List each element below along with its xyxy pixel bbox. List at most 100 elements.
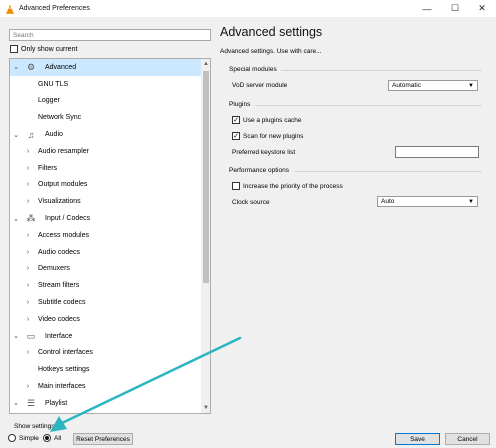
clock-source-select[interactable]: Auto ▼ [377,196,478,207]
tree-item-label: Output modules [38,181,88,189]
tree-item-label: Video codecs [38,315,80,323]
tree-item-label: GNU TLS [38,80,69,88]
tree-item-advanced[interactable]: ⌄ ⚙ Advanced [10,59,210,76]
keystore-list-label: Preferred keystore list [232,149,296,156]
tree-item-label: Subtitle codecs [38,299,86,307]
tree-item-label: Network Sync [38,114,82,122]
tree-item-label: Stream filters [38,282,80,290]
tree-item-label: Playlist [45,399,68,407]
group-divider [281,70,482,71]
only-show-current-option[interactable]: Only show current [10,45,77,53]
vod-server-label: VoD server module [232,82,288,89]
collapse-chevron-icon[interactable]: › [24,198,32,205]
music-note-icon: ♫ [27,129,35,140]
only-show-current-checkbox[interactable] [10,45,18,53]
tree-item-label: Hotkeys settings [38,366,90,374]
collapse-chevron-icon[interactable]: › [24,249,32,256]
performance-options-group: Performance options Increase the priorit… [229,167,482,209]
collapse-chevron-icon[interactable]: › [24,383,32,390]
tree-item-visualizations[interactable]: › Visualizations [10,193,210,210]
minimize-button[interactable]: — [413,0,441,17]
tree-item-audio-codecs[interactable]: › Audio codecs [10,244,210,261]
preferences-tree: ⌄ ⚙ Advanced GNU TLS Logger Network Sync ⌄ ♫ Aud… [9,58,211,414]
scrollbar-thumb[interactable] [203,71,209,283]
tree-item-audio[interactable]: ⌄ ♫ Audio [10,126,210,143]
search-input[interactable] [9,29,211,41]
save-button[interactable]: Save [395,433,440,445]
vod-server-value: Automatic [392,82,421,89]
tree-item-label: Filters [38,164,58,172]
page-subtitle: Advanced settings. Use with care... [220,48,322,55]
all-radio-option[interactable]: All [43,434,61,442]
show-settings-label: Show settings [14,423,55,430]
window-title: Advanced Preferences [19,5,90,12]
tree-item-gnu-tls[interactable]: GNU TLS [10,76,210,93]
use-plugins-cache-option[interactable]: ✓ Use a plugins cache [232,116,302,124]
tree-item-subtitle-codecs[interactable]: › Subtitle codecs [10,294,210,311]
tree-item-video-codecs[interactable]: › Video codecs [10,311,210,328]
keystore-list-input[interactable] [395,146,479,158]
tree-item-main-interfaces[interactable]: › Main interfaces [10,378,210,395]
close-button[interactable]: ✕ [468,0,496,17]
all-radio[interactable] [43,434,51,442]
vlc-cone-icon [6,4,14,14]
tree-item-label: Audio [45,131,63,139]
increase-priority-option[interactable]: Increase the priority of the process [232,182,343,190]
tree-item-demuxers[interactable]: › Demuxers [10,261,210,278]
vod-server-select[interactable]: Automatic ▼ [388,80,478,91]
tree-item-label: Access modules [38,231,89,239]
playlist-icon: ☰ [26,397,36,408]
expand-chevron-icon[interactable]: ⌄ [12,63,20,71]
tree-item-stream-filters[interactable]: › Stream filters [10,277,210,294]
tree-item-label: Audio codecs [38,248,81,256]
codec-icon: ⁂ [26,213,36,224]
simple-radio[interactable] [8,434,16,442]
scroll-down-arrow[interactable]: ▼ [201,403,210,413]
collapse-chevron-icon[interactable]: › [24,316,32,323]
expand-chevron-icon[interactable]: ⌄ [12,399,20,407]
group-divider [255,105,482,106]
scroll-up-arrow[interactable]: ▲ [201,59,210,69]
expand-chevron-icon[interactable]: ⌄ [12,215,20,223]
tree-item-network-sync[interactable]: Network Sync [10,109,210,126]
interface-icon: ▭ [26,330,36,341]
title-bar: Advanced Preferences — ☐ ✕ [0,0,496,17]
chevron-down-icon: ▼ [468,198,474,205]
simple-radio-option[interactable]: Simple [8,434,39,442]
collapse-chevron-icon[interactable]: › [24,181,32,188]
collapse-chevron-icon[interactable]: › [24,232,32,239]
tree-item-label: Main interfaces [38,383,86,391]
tree-item-label: Input / Codecs [45,215,91,223]
collapse-chevron-icon[interactable]: › [24,265,32,272]
maximize-button[interactable]: ☐ [441,0,469,17]
scan-new-plugins-option[interactable]: ✓ Scan for new plugins [232,132,303,140]
tree-item-label: Visualizations [38,198,81,206]
tree-item-logger[interactable]: Logger [10,93,210,110]
gear-icon: ⚙ [26,61,36,72]
tree-item-input-codecs[interactable]: ⌄ ⁂ Input / Codecs [10,210,210,227]
tree-item-label: Advanced [45,63,77,71]
increase-priority-checkbox[interactable] [232,182,240,190]
tree-item-playlist[interactable]: ⌄ ☰ Playlist [10,395,210,412]
collapse-chevron-icon[interactable]: › [24,282,32,289]
use-plugins-cache-label: Use a plugins cache [243,116,302,124]
tree-item-audio-resampler[interactable]: › Audio resampler [10,143,210,160]
scan-new-plugins-checkbox[interactable]: ✓ [232,132,240,140]
cancel-button[interactable]: Cancel [445,433,490,445]
expand-chevron-icon[interactable]: ⌄ [12,332,20,340]
collapse-chevron-icon[interactable]: › [24,349,32,356]
tree-item-hotkeys-settings[interactable]: Hotkeys settings [10,361,210,378]
tree-item-control-interfaces[interactable]: › Control interfaces [10,345,210,362]
expand-chevron-icon[interactable]: ⌄ [12,131,20,139]
reset-preferences-button[interactable]: Reset Preferences [73,433,133,445]
plugins-group: Plugins ✓ Use a plugins cache ✓ Scan for… [229,101,482,159]
collapse-chevron-icon[interactable]: › [24,299,32,306]
tree-scrollbar[interactable]: ▲ ▼ [201,59,210,413]
tree-item-access-modules[interactable]: › Access modules [10,227,210,244]
tree-item-output-modules[interactable]: › Output modules [10,177,210,194]
tree-item-filters[interactable]: › Filters [10,160,210,177]
collapse-chevron-icon[interactable]: › [24,148,32,155]
collapse-chevron-icon[interactable]: › [24,165,32,172]
tree-item-interface[interactable]: ⌄ ▭ Interface [10,328,210,345]
use-plugins-cache-checkbox[interactable]: ✓ [232,116,240,124]
